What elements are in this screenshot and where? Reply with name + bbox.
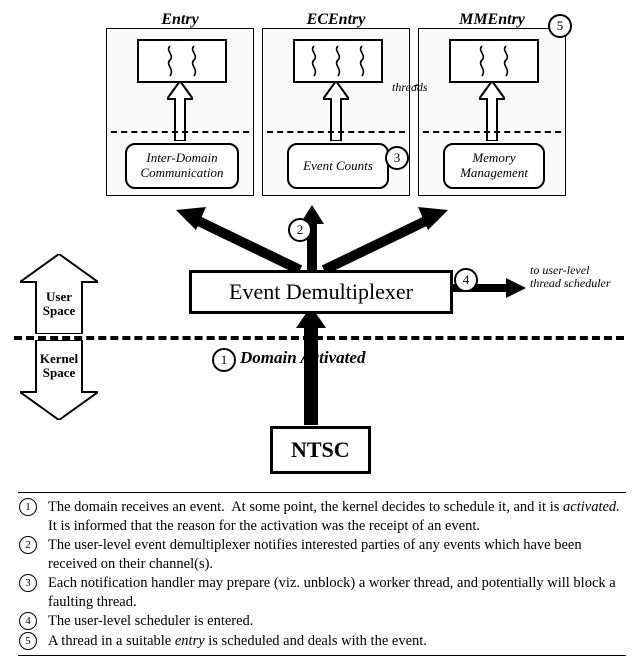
legend-text-1: The domain receives an event. At some po… [48,498,626,535]
legend-row-1: 1 The domain receives an event. At some … [18,498,626,535]
legend-text-3: Each notification handler may prepare (v… [48,574,626,611]
step-badge-4: 4 [454,268,478,292]
kernel-space-label: Kernel Space [30,352,88,381]
step-badge-5: 5 [548,14,572,38]
step-num-2: 2 [297,222,304,238]
to-scheduler-label: to user-level thread scheduler [530,264,630,290]
legend-num-1: 1 [18,498,38,535]
legend-num-2: 2 [18,536,38,573]
legend-row-3: 3 Each notification handler may prepare … [18,574,626,611]
step-badge-3: 3 [385,146,409,170]
entry-title-b: ECEntry [263,11,409,29]
thread-box-c [449,39,539,83]
thread-icon [307,45,321,77]
entry-title-a: Entry [107,11,253,29]
legend-text-2: The user-level event demultiplexer notif… [48,536,626,573]
legend-ring-3: 3 [19,574,37,592]
thread-icon [163,45,177,77]
legend-text-5: A thread in a suitable entry is schedule… [48,632,626,651]
legend-num-4: 4 [18,612,38,631]
kernel-user-divider [14,336,624,340]
threads-label: threads [392,80,428,95]
step-num-5: 5 [557,18,564,34]
step-num-1: 1 [221,352,228,368]
domain-activated-label: Domain Activated [240,348,365,368]
step-badge-1: 1 [212,348,236,372]
thread-icon [331,45,345,77]
handler-label-b: Event Counts [303,159,373,174]
legend-ring-2: 2 [19,536,37,554]
ntsc-label: NTSC [291,437,350,462]
legend-num-5: 5 [18,632,38,651]
legend-num-3: 3 [18,574,38,611]
handler-label-a: Inter-Domain Communication [140,151,223,181]
demux-label: Event Demultiplexer [229,279,413,304]
legend-text-4: The user-level scheduler is entered. [48,612,626,631]
user-space-label: User Space [34,290,84,319]
to-sched-line2: thread scheduler [530,277,630,290]
legend-row-2: 2 The user-level event demultiplexer not… [18,536,626,573]
entry-frame-b: ECEntry Event Counts [262,28,410,196]
thread-icon [475,45,489,77]
entry-frame-c: MMEntry Memory Management [418,28,566,196]
entry-title-c: MMEntry [419,11,565,29]
frame-dash-b [267,131,405,133]
frame-dash-a [111,131,249,133]
thread-icon [187,45,201,77]
handler-box-b: Event Counts [287,143,389,189]
legend: 1 The domain receives an event. At some … [18,492,626,656]
handler-box-a: Inter-Domain Communication [125,143,239,189]
legend-ring-1: 1 [19,498,37,516]
thread-box-a [137,39,227,83]
handler-box-c: Memory Management [443,143,545,189]
diagram-root: Entry Inter-Domain Communication ECEntry… [0,0,638,659]
demux-box: Event Demultiplexer [189,270,453,314]
step-badge-2: 2 [288,218,312,242]
legend-ring-5: 5 [19,632,37,650]
ntsc-box: NTSC [270,426,371,474]
thread-icon [355,45,369,77]
legend-ring-4: 4 [19,612,37,630]
thread-box-b [293,39,383,83]
entry-frame-a: Entry Inter-Domain Communication [106,28,254,196]
step-num-4: 4 [463,272,470,288]
step-num-3: 3 [394,150,401,166]
legend-row-4: 4 The user-level scheduler is entered. [18,612,626,631]
legend-row-5: 5 A thread in a suitable entry is schedu… [18,632,626,651]
thread-icon [499,45,513,77]
handler-label-c: Memory Management [460,151,528,181]
frame-dash-c [423,131,561,133]
